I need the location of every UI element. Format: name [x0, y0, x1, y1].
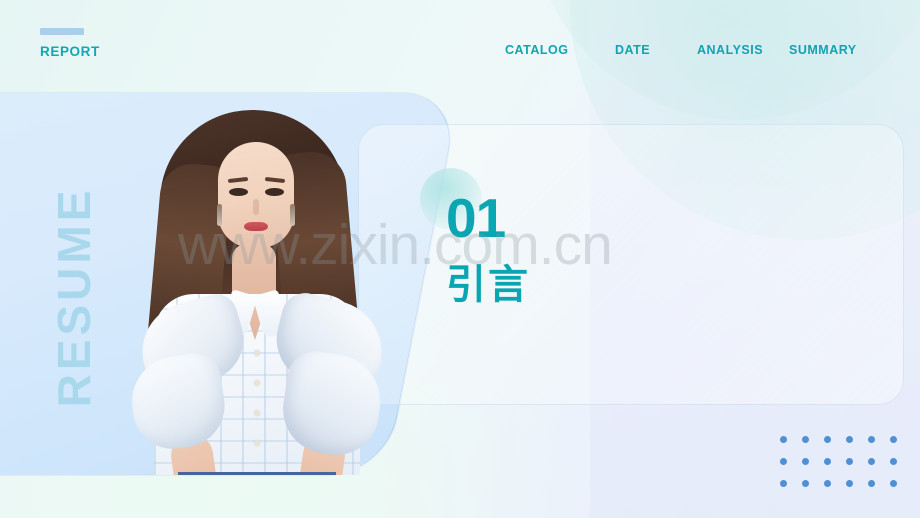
dot — [802, 436, 809, 443]
brand-title: REPORT — [40, 44, 100, 59]
nav-item-analysis[interactable]: ANALYSIS — [697, 42, 789, 58]
dot — [868, 480, 875, 487]
dot — [846, 458, 853, 465]
dot — [846, 480, 853, 487]
dot — [824, 480, 831, 487]
face-shape — [218, 142, 294, 248]
dot — [802, 480, 809, 487]
blouse-button-1 — [254, 350, 260, 356]
nose-shape — [253, 199, 259, 215]
earring-left-shape — [217, 204, 222, 226]
dot — [780, 458, 787, 465]
eye-right-shape — [265, 188, 284, 196]
lips-shape — [244, 222, 268, 231]
brand-accent-bar — [40, 28, 84, 35]
header: REPORT CATALOG DATE ANALYSIS SUMMARY — [0, 0, 920, 93]
section-number: 01 — [446, 187, 506, 249]
person-photo — [118, 104, 390, 475]
vertical-resume-label: RESUME — [48, 186, 100, 408]
dot — [824, 458, 831, 465]
brand: REPORT — [40, 28, 100, 59]
slide-root: REPORT CATALOG DATE ANALYSIS SUMMARY RES… — [0, 0, 920, 518]
earring-right-shape — [290, 204, 295, 226]
eye-left-shape — [229, 188, 248, 196]
jeans-waistband-shape — [178, 472, 336, 475]
nav-item-date[interactable]: DATE — [615, 42, 697, 58]
nav-item-summary[interactable]: SUMMARY — [789, 42, 865, 58]
blouse-button-3 — [254, 410, 260, 416]
dot — [780, 436, 787, 443]
dot — [890, 458, 897, 465]
section-title: 引言 — [446, 262, 530, 308]
nav-item-catalog[interactable]: CATALOG — [505, 42, 615, 58]
dot — [780, 480, 787, 487]
main-nav: CATALOG DATE ANALYSIS SUMMARY — [505, 42, 900, 88]
dot — [824, 436, 831, 443]
dot — [846, 436, 853, 443]
dot — [890, 480, 897, 487]
dot — [868, 436, 875, 443]
blouse-button-2 — [254, 380, 260, 386]
dot — [868, 458, 875, 465]
blouse-button-4 — [254, 440, 260, 446]
dot-grid-decoration — [780, 436, 912, 502]
dot — [802, 458, 809, 465]
content-card — [358, 124, 904, 405]
dot — [890, 436, 897, 443]
